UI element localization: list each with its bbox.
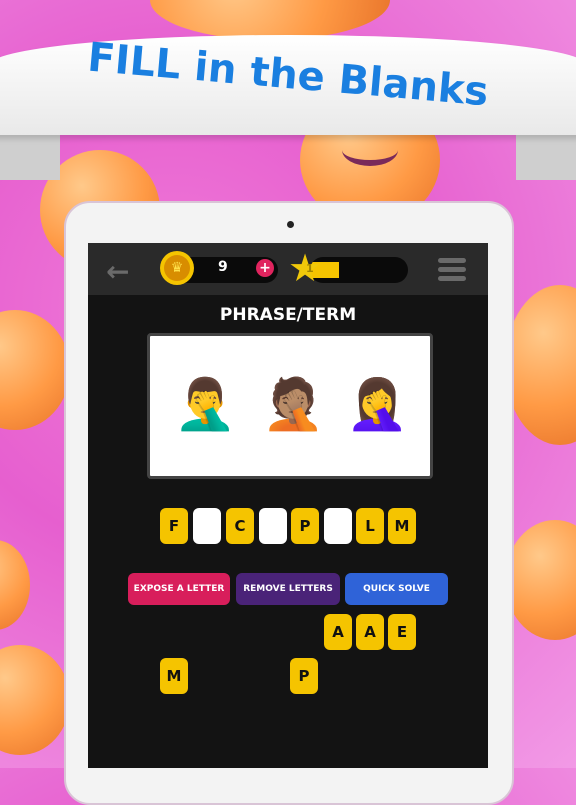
expose-letter-button[interactable]: EXPOSE A LETTER	[128, 573, 230, 605]
letter-bank-tile[interactable]: P	[290, 658, 318, 694]
back-arrow-icon[interactable]: ←	[106, 255, 129, 288]
letter-bank-tile[interactable]: E	[388, 614, 416, 650]
crown-icon: ♛	[164, 255, 190, 281]
clue-box: 🤦‍♂️ 🤦🏽 🤦‍♀️	[147, 333, 433, 479]
answer-slot[interactable]: F	[160, 508, 188, 544]
letter-bank-tile[interactable]: M	[160, 658, 188, 694]
add-coins-button[interactable]: +	[256, 259, 274, 277]
coin-count: 9	[218, 259, 228, 275]
top-bar: ← ♛ 9 + ★ 1	[88, 243, 488, 295]
remove-letters-button[interactable]: REMOVE LETTERS	[236, 573, 340, 605]
answer-slot[interactable]: C	[226, 508, 254, 544]
hamburger-menu-icon[interactable]	[438, 258, 466, 285]
answer-slot[interactable]: M	[388, 508, 416, 544]
level-number: 1	[306, 262, 314, 275]
coin-icon: ♛	[160, 251, 194, 285]
letter-bank-tile[interactable]: A	[356, 614, 384, 650]
answer-slot-blank[interactable]	[324, 508, 352, 544]
decorative-emoji	[505, 520, 576, 640]
decorative-emoji	[0, 645, 70, 755]
level-progress-bar	[310, 257, 408, 283]
decorative-emoji	[0, 310, 70, 430]
quick-solve-button[interactable]: QUICK SOLVE	[345, 573, 448, 605]
answer-slot[interactable]: L	[356, 508, 384, 544]
person-facepalming-emoji: 🤦🏽	[262, 375, 325, 433]
game-screen: ← ♛ 9 + ★ 1 PHRASE/TERM 🤦‍♂️ 🤦🏽 🤦‍♀️ F C…	[88, 243, 488, 768]
decorative-emoji	[505, 285, 576, 445]
answer-slot-blank[interactable]	[193, 508, 221, 544]
answer-slot[interactable]: P	[291, 508, 319, 544]
answer-slot-blank[interactable]	[259, 508, 287, 544]
man-facepalming-emoji: 🤦‍♂️	[174, 375, 237, 433]
decorative-emoji	[150, 0, 390, 40]
decorative-emoji	[0, 540, 30, 630]
camera-icon	[287, 221, 294, 228]
woman-facepalming-emoji: 🤦‍♀️	[346, 375, 409, 433]
puzzle-category: PHRASE/TERM	[219, 305, 357, 325]
letter-bank-tile[interactable]: A	[324, 614, 352, 650]
